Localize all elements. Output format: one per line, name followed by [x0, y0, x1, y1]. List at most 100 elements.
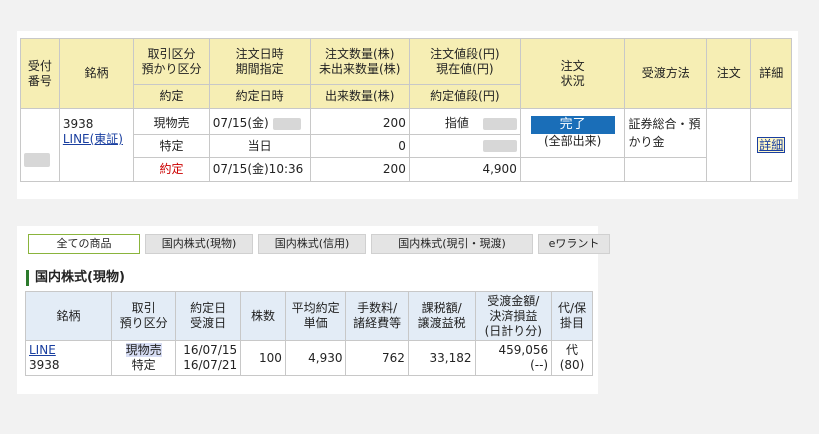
redacted-value	[482, 117, 517, 130]
header-delivery-method: 受渡方法	[624, 38, 708, 109]
header-text: 単価	[303, 316, 328, 330]
header-tax: 課税額/ 譲渡益税	[407, 291, 476, 341]
qty: 100	[240, 340, 286, 376]
contract-datetime: 07/15(金)10:36	[208, 156, 311, 183]
price-type-cell: 指値	[408, 107, 521, 136]
order-table: 受付 番号 銘柄 取引区分 預かり区分 注文日時 期間指定 注文数量(株) 未出…	[20, 38, 792, 183]
status-cell: 完了 (全部出来)	[519, 108, 626, 158]
header-amount: 受渡金額/ 決済損益 (日計り分)	[474, 291, 553, 341]
stock-code: 3938	[62, 117, 94, 131]
header-collateral: 代/保 掛目	[551, 291, 593, 341]
header-order: 注文	[706, 38, 752, 109]
header-text: 番号	[27, 73, 52, 88]
empty-cell	[519, 156, 626, 183]
tab-domestic-cash[interactable]: 国内株式(現物)	[145, 234, 253, 254]
trade-type: 現物売	[153, 116, 190, 131]
header-text: 譲渡益税	[417, 316, 466, 330]
trade-account-cell: 現物売 特定	[111, 340, 177, 376]
header-text: (日計り分)	[484, 323, 542, 338]
detail-cell: 詳細	[750, 108, 792, 182]
header-text: 代/保	[558, 301, 587, 315]
period: 当日	[208, 134, 311, 158]
tax: 33,182	[407, 340, 476, 376]
header-text: 注文日時	[235, 46, 284, 61]
collateral-flag: 代	[566, 343, 579, 357]
stock-name-link[interactable]: LINE(東証)	[63, 132, 123, 146]
header-avg-price: 平均約定 単価	[284, 291, 347, 341]
account-type: 特定	[133, 134, 210, 158]
tab-domestic-delivery[interactable]: 国内株式(現引・現渡)	[371, 234, 533, 254]
header-order-qty: 注文数量(株) 未出来数量(株)	[309, 38, 410, 85]
header-text: 決済損益	[489, 308, 538, 323]
header-text: 注文	[716, 66, 741, 80]
amount: 459,056	[498, 343, 549, 357]
header-text: 取引区分	[147, 46, 196, 61]
header-order-datetime: 注文日時 期間指定	[208, 38, 311, 85]
detail-link[interactable]: 詳細	[757, 136, 786, 153]
header-text: 注文値段(円)	[430, 46, 500, 61]
header-text: 注文数量(株)	[325, 46, 395, 61]
header-text: 受渡方法	[641, 66, 690, 80]
header-text: 平均約定	[291, 301, 340, 315]
header-filled-qty: 出来数量(株)	[309, 84, 410, 109]
positions-panel: 全ての商品 国内株式(現物) 国内株式(信用) 国内株式(現引・現渡) eワラン…	[17, 226, 610, 394]
section-title: 国内株式(現物)	[26, 270, 125, 286]
stock-code: 3938	[29, 358, 60, 372]
header-order-price: 注文値段(円) 現在値(円)	[408, 38, 521, 85]
header-text: 課税額/	[421, 301, 462, 315]
order-date-cell: 07/15(金)	[208, 107, 311, 136]
redacted-value	[272, 117, 301, 130]
order-date: 07/15(金)	[212, 116, 269, 131]
header-contract-price: 約定値段(円)	[408, 84, 521, 109]
header-text: 注文	[560, 58, 585, 73]
header-text: 未出来数量(株)	[319, 61, 401, 76]
header-contract: 約定	[133, 84, 210, 109]
contract-label: 約定	[133, 156, 210, 183]
collateral-ratio: (80)	[559, 358, 585, 372]
stock-name-cell: LINE 3938	[24, 340, 113, 376]
profit-loss: (--)	[530, 358, 549, 372]
positions-table: 銘柄 取引 預り区分 約定日 受渡日 株数 平均約定 単価 手数料/ 諸経費等 …	[24, 291, 593, 376]
header-text: 諸経費等	[353, 316, 402, 330]
header-text: 受渡金額/	[487, 293, 540, 308]
redacted-value	[24, 153, 50, 167]
header-text: 詳細	[759, 66, 784, 80]
tab-all-products[interactable]: 全ての商品	[28, 234, 140, 254]
avg-price: 4,930	[284, 340, 347, 376]
tab-domestic-margin[interactable]: 国内株式(信用)	[258, 234, 366, 254]
price-type: 指値	[444, 116, 469, 131]
header-text: 受渡日	[190, 316, 227, 330]
header-text: 状況	[560, 73, 585, 88]
header-text: 現在値(円)	[436, 61, 494, 76]
order-qty: 200	[309, 107, 410, 136]
trade-type-cell: 現物売	[133, 107, 210, 136]
amount-cell: 459,056 (--)	[474, 340, 553, 376]
tab-e-warrant[interactable]: eワラント	[538, 234, 610, 254]
header-text: 取引	[131, 301, 156, 315]
status-complete-button[interactable]: 完了	[530, 116, 615, 135]
collateral-cell: 代 (80)	[551, 340, 593, 376]
header-stock-name: 銘柄	[24, 291, 113, 341]
order-panel: 受付 番号 銘柄 取引区分 預かり区分 注文日時 期間指定 注文数量(株) 未出…	[17, 31, 798, 199]
header-text: 期間指定	[235, 61, 284, 76]
contract-price: 4,900	[408, 156, 521, 183]
header-order-status: 注文 状況	[519, 38, 626, 109]
header-receipt-number: 受付 番号	[20, 38, 60, 109]
header-fee: 手数料/ 諸経費等	[345, 291, 409, 341]
header-trade-account: 取引 預り区分	[111, 291, 177, 341]
header-dates: 約定日 受渡日	[175, 291, 242, 341]
order-action-cell	[706, 108, 752, 182]
stock-name-link[interactable]: LINE	[29, 343, 56, 357]
unfilled-qty: 0	[309, 134, 410, 158]
header-text: 受付	[27, 58, 52, 73]
header-detail: 詳細	[750, 38, 792, 109]
header-text: 手数料/	[357, 301, 398, 315]
header-text: 銘柄	[84, 66, 109, 80]
header-text: 預り区分	[119, 316, 168, 330]
account-type: 特定	[131, 358, 156, 372]
header-trade-type: 取引区分 預かり区分	[133, 38, 210, 85]
trade-type: 現物売	[125, 343, 162, 357]
status-sub: (全部出来)	[543, 134, 602, 149]
header-contract-datetime: 約定日時	[208, 84, 311, 109]
delivery-method: 証券総合・預かり金	[624, 108, 708, 158]
